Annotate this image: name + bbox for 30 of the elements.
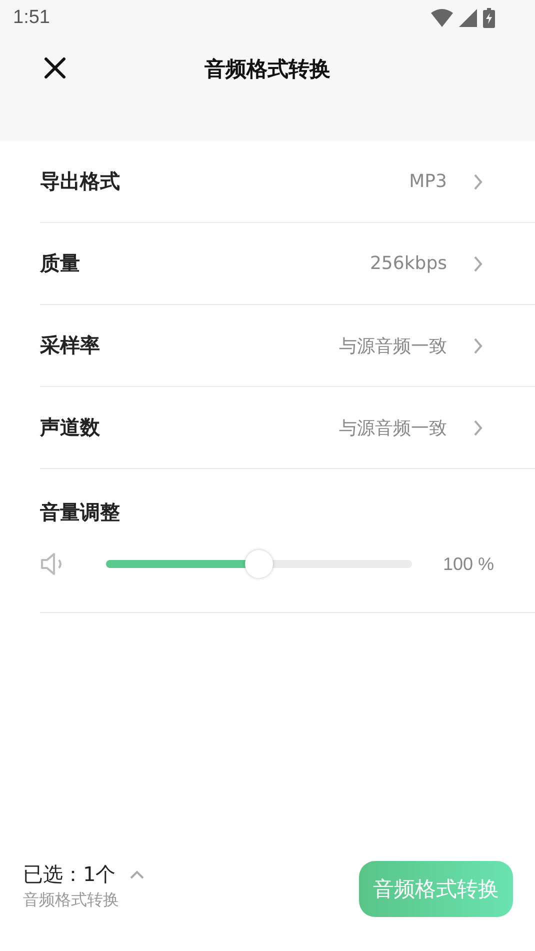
selected-subtitle: 音频格式转换	[23, 890, 120, 911]
setting-label: 采样率	[40, 332, 100, 359]
speaker-icon	[40, 551, 64, 577]
volume-slider[interactable]	[106, 550, 412, 578]
signal-icon	[459, 9, 477, 27]
chevron-right-icon	[473, 254, 483, 272]
slider-thumb[interactable]	[245, 550, 273, 578]
status-time: 1:51	[13, 7, 50, 29]
settings-row[interactable]: 质量 256kbps	[40, 223, 535, 305]
chevron-right-icon	[473, 336, 483, 354]
settings-row[interactable]: 导出格式 MP3	[40, 141, 535, 223]
settings-row[interactable]: 声道数 与源音频一致	[40, 387, 535, 469]
section-title: 音量调整	[40, 499, 121, 526]
chevron-right-icon	[473, 172, 483, 190]
setting-label: 声道数	[40, 414, 100, 441]
selected-count: 已选：1个	[23, 861, 116, 888]
wifi-icon	[431, 9, 453, 27]
battery-icon	[483, 8, 495, 28]
chevron-right-icon	[473, 418, 483, 436]
setting-label: 导出格式	[40, 168, 120, 195]
settings-row[interactable]: 采样率 与源音频一致	[40, 305, 535, 387]
chevron-up-icon[interactable]	[130, 870, 144, 879]
setting-value: 256kbps	[370, 253, 447, 274]
page-title: 音频格式转换	[204, 56, 330, 83]
setting-value: MP3	[409, 171, 447, 192]
setting-value: 与源音频一致	[339, 416, 447, 440]
close-button[interactable]	[44, 57, 66, 79]
volume-reading: 100 %	[443, 554, 494, 574]
setting-label: 质量	[40, 250, 80, 277]
setting-value: 与源音频一致	[339, 334, 447, 358]
